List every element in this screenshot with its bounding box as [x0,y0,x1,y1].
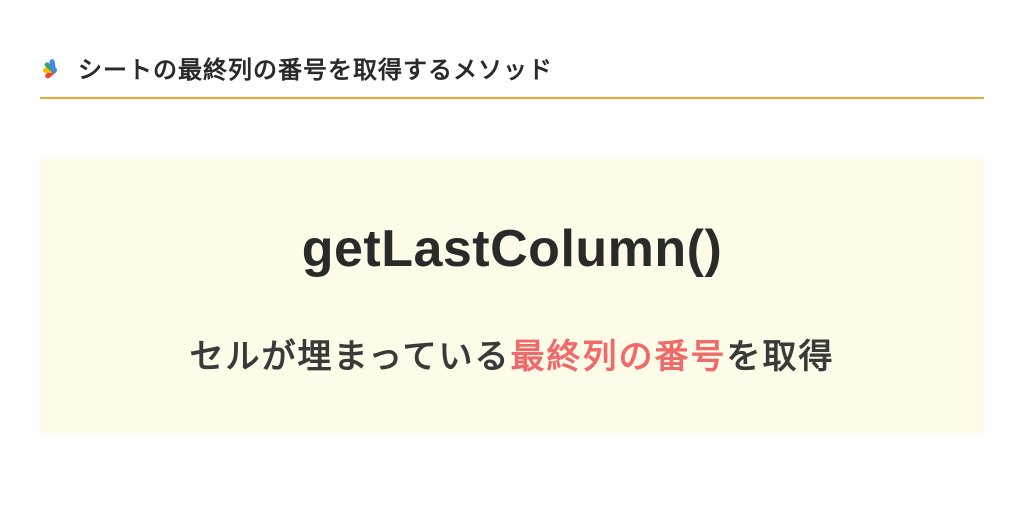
header-title: シートの最終列の番号を取得するメソッド [78,50,553,85]
desc-suffix: を取得 [726,338,834,376]
content-box: getLastColumn() セルが埋まっている最終列の番号を取得 [40,159,984,433]
method-name: getLastColumn() [80,219,944,279]
desc-highlight: 最終列の番号 [510,338,726,376]
section-header: シートの最終列の番号を取得するメソッド [40,50,984,99]
desc-prefix: セルが埋まっている [190,338,511,376]
method-description: セルが埋まっている最終列の番号を取得 [80,329,944,378]
apps-script-icon [40,54,68,82]
